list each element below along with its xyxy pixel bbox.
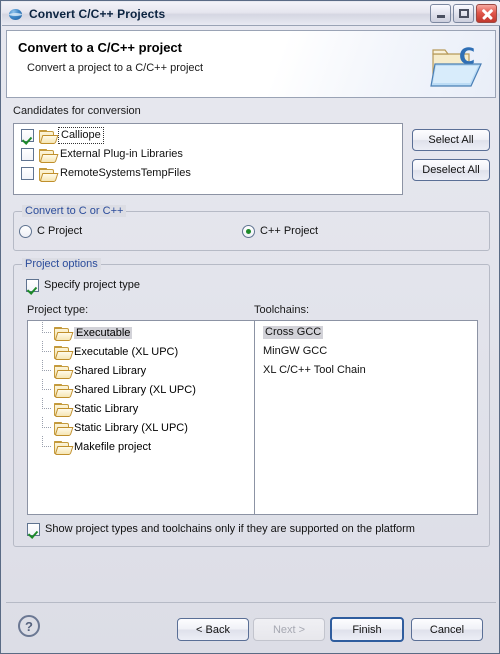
maximize-button[interactable] <box>453 4 474 23</box>
candidate-checkbox-calliope[interactable] <box>21 129 34 142</box>
convert-to-group: Convert to C or C++ C Project C++ Projec… <box>13 205 490 251</box>
candidates-listbox[interactable]: Calliope External Plug-in Libraries Remo… <box>13 123 403 195</box>
candidate-row-1[interactable]: External Plug-in Libraries <box>21 148 183 163</box>
tree-connector-icon <box>39 341 54 358</box>
project-type-label-4: Static Library <box>74 402 139 415</box>
project-type-label-5: Static Library (XL UPC) <box>74 421 188 434</box>
project-type-label-1: Executable (XL UPC) <box>74 345 179 358</box>
back-button[interactable]: < Back <box>177 618 249 641</box>
project-type-item-1[interactable]: Executable (XL UPC) <box>39 341 179 360</box>
toolchains-listbox[interactable]: Cross GCC MinGW GCC XL C/C++ Tool Chain <box>254 320 478 515</box>
toolchain-item-0[interactable]: Cross GCC <box>263 326 324 339</box>
candidate-row-2[interactable]: RemoteSystemsTempFiles <box>21 167 191 182</box>
deselect-all-button[interactable]: Deselect All <box>412 159 490 181</box>
project-options-group-title: Project options <box>22 258 101 270</box>
tree-connector-icon <box>39 379 54 396</box>
toolchain-label-2: XL C/C++ Tool Chain <box>263 364 366 376</box>
candidate-checkbox-remotesystemstempfiles[interactable] <box>21 167 34 180</box>
project-type-item-3[interactable]: Shared Library (XL UPC) <box>39 379 196 398</box>
folder-icon <box>54 326 74 341</box>
page-subtitle: Convert a project to a C/C++ project <box>27 62 204 74</box>
tree-connector-icon <box>39 398 54 415</box>
tree-connector-icon <box>39 417 54 434</box>
tree-connector-icon <box>39 360 54 377</box>
toolchain-label-1: MinGW GCC <box>263 345 328 357</box>
toolchain-item-1[interactable]: MinGW GCC <box>263 345 327 358</box>
candidate-label-1: External Plug-in Libraries <box>60 148 183 160</box>
project-type-label: Project type: <box>27 304 89 316</box>
finish-button[interactable]: Finish <box>330 617 404 642</box>
project-type-item-5[interactable]: Static Library (XL UPC) <box>39 417 188 436</box>
page-title: Convert to a C/C++ project <box>18 40 182 55</box>
project-type-item-4[interactable]: Static Library <box>39 398 139 417</box>
project-type-item-0[interactable]: Executable <box>39 322 133 341</box>
candidates-label: Candidates for conversion <box>13 105 141 117</box>
show-supported-label: Show project types and toolchains only i… <box>45 523 415 535</box>
project-options-group: Project options Specify project type Pro… <box>13 258 490 547</box>
candidate-row-0[interactable]: Calliope <box>21 127 104 144</box>
specify-project-type-checkbox[interactable] <box>26 279 39 292</box>
help-question-icon[interactable]: ? <box>18 615 40 637</box>
show-supported-checkbox[interactable] <box>27 523 40 536</box>
cancel-button[interactable]: Cancel <box>411 618 483 641</box>
footer-divider <box>6 602 496 603</box>
project-type-label-0: Executable <box>74 326 133 339</box>
folder-icon <box>39 148 59 163</box>
tree-connector-icon <box>39 322 54 339</box>
minimize-button[interactable] <box>430 4 451 23</box>
window-controls <box>430 4 497 23</box>
folder-icon <box>39 167 59 182</box>
close-button[interactable] <box>476 4 497 23</box>
candidate-checkbox-external-plugin-libraries[interactable] <box>21 148 34 161</box>
candidate-label-2: RemoteSystemsTempFiles <box>60 167 191 179</box>
eclipse-sphere-icon <box>9 7 23 21</box>
folder-icon <box>39 129 59 144</box>
project-type-item-2[interactable]: Shared Library <box>39 360 147 379</box>
folder-icon <box>54 364 74 379</box>
radio-c-project-indicator[interactable] <box>19 225 32 238</box>
show-supported-row[interactable]: Show project types and toolchains only i… <box>27 523 415 536</box>
toolchain-item-2[interactable]: XL C/C++ Tool Chain <box>263 364 366 377</box>
toolchain-label-0: Cross GCC <box>263 326 324 339</box>
project-type-item-6[interactable]: Makefile project <box>39 436 152 455</box>
folder-icon <box>54 421 74 436</box>
candidate-label-0: Calliope <box>58 127 104 144</box>
window-title: Convert C/C++ Projects <box>29 6 166 21</box>
radio-cpp-project[interactable]: C++ Project <box>242 225 318 238</box>
toolchains-label: Toolchains: <box>254 304 310 316</box>
folder-icon <box>54 440 74 455</box>
convert-to-group-title: Convert to C or C++ <box>22 205 127 217</box>
next-button: Next > <box>253 618 325 641</box>
radio-cpp-project-label: C++ Project <box>260 225 319 237</box>
project-type-listbox[interactable]: Executable Executable (XL UPC) Shared Li… <box>27 320 255 515</box>
folder-icon <box>54 345 74 360</box>
title-bar: Convert C/C++ Projects <box>2 2 500 26</box>
c-project-folder-icon: C <box>430 45 482 87</box>
project-type-label-2: Shared Library <box>74 364 147 377</box>
specify-project-type-label: Specify project type <box>44 279 140 291</box>
dialog-window: Convert C/C++ Projects Convert to a C/C+… <box>0 0 500 654</box>
project-type-label-3: Shared Library (XL UPC) <box>74 383 196 396</box>
specify-project-type-row[interactable]: Specify project type <box>26 279 140 292</box>
header-banner: Convert to a C/C++ project Convert a pro… <box>6 30 496 98</box>
folder-icon <box>54 402 74 417</box>
tree-connector-icon <box>39 436 54 453</box>
radio-c-project-label: C Project <box>37 225 83 237</box>
folder-icon <box>54 383 74 398</box>
radio-cpp-project-indicator[interactable] <box>242 225 255 238</box>
radio-c-project[interactable]: C Project <box>19 225 82 238</box>
select-all-button[interactable]: Select All <box>412 129 490 151</box>
project-type-label-6: Makefile project <box>74 440 152 453</box>
